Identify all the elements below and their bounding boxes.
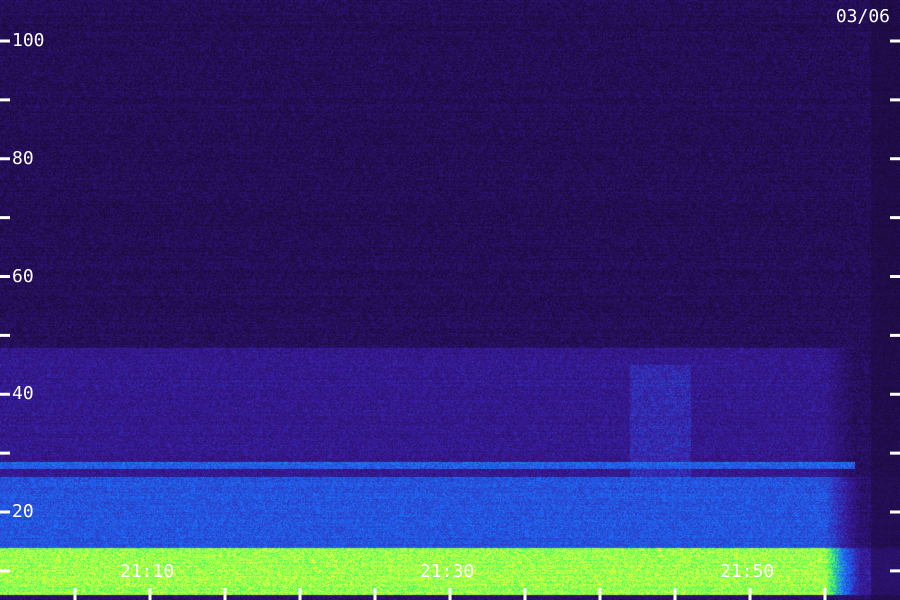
- y-tick-label: 20: [12, 501, 34, 522]
- date-label: 03/06: [835, 6, 890, 27]
- x-tick-label: 21:30: [420, 561, 475, 582]
- y-tick-label: 60: [12, 265, 34, 287]
- x-tick-label: 21:10: [120, 561, 175, 582]
- y-tick-label: 40: [12, 383, 34, 405]
- x-tick-label: 21:50: [720, 561, 775, 582]
- y-tick-label: 80: [12, 147, 34, 169]
- y-tick-label: 100: [12, 30, 45, 51]
- axes-overlay: [0, 39, 900, 600]
- spectrogram-chart: 20 40 60 80 100 21:10 21:30 21:50 03/06: [0, 0, 900, 600]
